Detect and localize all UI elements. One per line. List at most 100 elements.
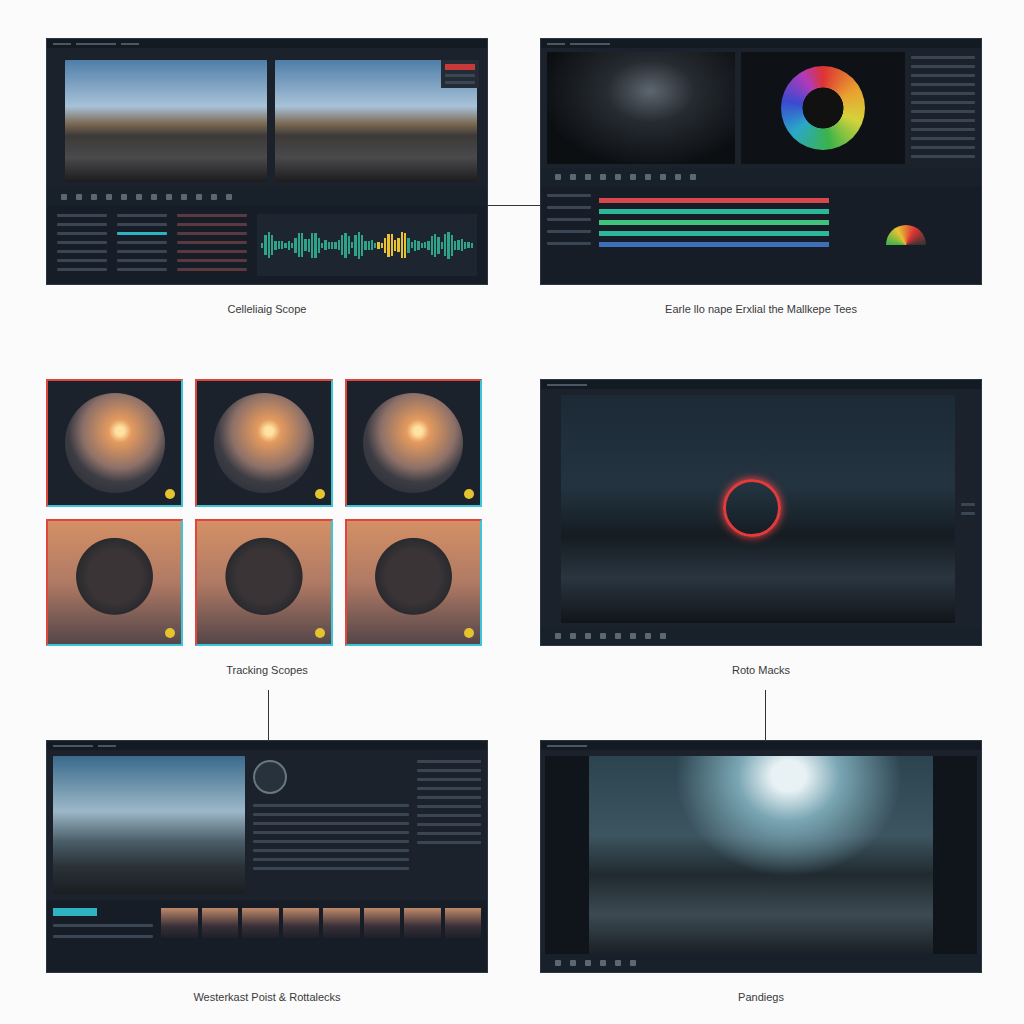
roto-mask-icon[interactable] [723, 479, 781, 537]
tool-icon[interactable] [555, 633, 561, 639]
step-label: Westerkast Poist & Rottalecks [46, 973, 488, 1021]
vfx-viewer [53, 756, 245, 894]
track-headers [53, 908, 153, 964]
tool-icon[interactable] [660, 174, 666, 180]
render-toolbar [541, 954, 981, 972]
meter-panel [837, 194, 975, 276]
tool-icon[interactable] [645, 174, 651, 180]
film-frame[interactable] [404, 908, 441, 938]
tool-icon[interactable] [196, 194, 202, 200]
letterbox-right [933, 756, 977, 954]
title-bar [541, 741, 981, 750]
gauge-icon [886, 225, 926, 245]
workflow-step: Celleliaig Scope [46, 38, 488, 333]
step-label: Earle llo nape Erxlial the Mallkepe Tees [540, 285, 982, 333]
dial-icon[interactable] [253, 760, 287, 794]
filmstrip[interactable] [161, 908, 481, 938]
workflow-step: Roto Macks [540, 379, 982, 694]
tracking-thumbnails [46, 379, 488, 646]
track-badge-icon [315, 628, 325, 638]
title-bar [47, 741, 487, 750]
tool-icon[interactable] [151, 194, 157, 200]
tracking-frame[interactable] [345, 519, 482, 647]
film-frame[interactable] [323, 908, 360, 938]
letterbox-left [545, 756, 589, 954]
step-label: Pandiegs [540, 973, 982, 1021]
tool-icon[interactable] [555, 960, 561, 966]
tracking-frame[interactable] [195, 379, 332, 507]
tool-icon[interactable] [660, 633, 666, 639]
film-frame[interactable] [242, 908, 279, 938]
tool-icon[interactable] [615, 960, 621, 966]
tool-icon[interactable] [615, 633, 621, 639]
tool-icon[interactable] [76, 194, 82, 200]
track-badge-icon [464, 628, 474, 638]
tool-icon[interactable] [675, 174, 681, 180]
editor-window [46, 38, 488, 285]
connector-line [765, 690, 766, 742]
title-bar [541, 380, 981, 389]
tool-icon[interactable] [570, 960, 576, 966]
tracking-frame[interactable] [345, 379, 482, 507]
film-frame[interactable] [364, 908, 401, 938]
bin-list [57, 214, 107, 276]
context-menu[interactable] [441, 60, 479, 88]
film-frame[interactable] [445, 908, 482, 938]
tool-icon[interactable] [600, 633, 606, 639]
tool-icon[interactable] [585, 174, 591, 180]
tool-icon[interactable] [690, 174, 696, 180]
tool-icon[interactable] [585, 633, 591, 639]
tracking-frame[interactable] [195, 519, 332, 647]
tool-icon[interactable] [121, 194, 127, 200]
track-badge-icon [464, 489, 474, 499]
tool-icon[interactable] [91, 194, 97, 200]
tracking-frame[interactable] [46, 519, 183, 647]
film-frame[interactable] [283, 908, 320, 938]
roto-toolbar [541, 627, 981, 645]
meta-list [177, 214, 247, 276]
film-frame[interactable] [202, 908, 239, 938]
step-label: Celleliaig Scope [46, 285, 488, 333]
tool-icon[interactable] [136, 194, 142, 200]
tool-icon[interactable] [211, 194, 217, 200]
track-badge-icon [315, 489, 325, 499]
tool-icon[interactable] [630, 174, 636, 180]
workflow-step: Pandiegs [540, 740, 982, 1021]
step-label: Tracking Scopes [46, 646, 488, 694]
color-wheel-icon[interactable] [781, 66, 865, 150]
tracking-frame[interactable] [46, 379, 183, 507]
tool-icon[interactable] [645, 633, 651, 639]
tool-icon[interactable] [555, 174, 561, 180]
connector-line [268, 690, 269, 742]
tool-icon[interactable] [106, 194, 112, 200]
tool-icon[interactable] [630, 633, 636, 639]
tool-icon[interactable] [226, 194, 232, 200]
tool-icon[interactable] [600, 174, 606, 180]
layer-list [417, 756, 481, 894]
connector-line [488, 205, 540, 206]
render-viewer [589, 756, 933, 954]
timeline[interactable] [599, 194, 829, 276]
audio-waveform [257, 214, 477, 276]
tool-icon[interactable] [600, 960, 606, 966]
workflow-step: Westerkast Poist & Rottalecks [46, 740, 488, 1021]
tool-icon[interactable] [570, 633, 576, 639]
tool-icon[interactable] [570, 174, 576, 180]
roto-window [540, 379, 982, 646]
wheel-panel [741, 52, 905, 164]
tool-icon[interactable] [630, 960, 636, 966]
tool-icon[interactable] [181, 194, 187, 200]
tool-icon[interactable] [615, 174, 621, 180]
film-frame[interactable] [161, 908, 198, 938]
side-controls [961, 395, 975, 623]
grading-window [540, 38, 982, 285]
render-window [540, 740, 982, 973]
tool-icon[interactable] [166, 194, 172, 200]
node-list [911, 52, 975, 164]
tool-icon[interactable] [585, 960, 591, 966]
transport-bar [47, 188, 487, 206]
clip-list [117, 214, 167, 276]
tool-icon[interactable] [61, 194, 67, 200]
track-badge-icon [165, 628, 175, 638]
workflow-step: Tracking Scopes [46, 379, 488, 694]
